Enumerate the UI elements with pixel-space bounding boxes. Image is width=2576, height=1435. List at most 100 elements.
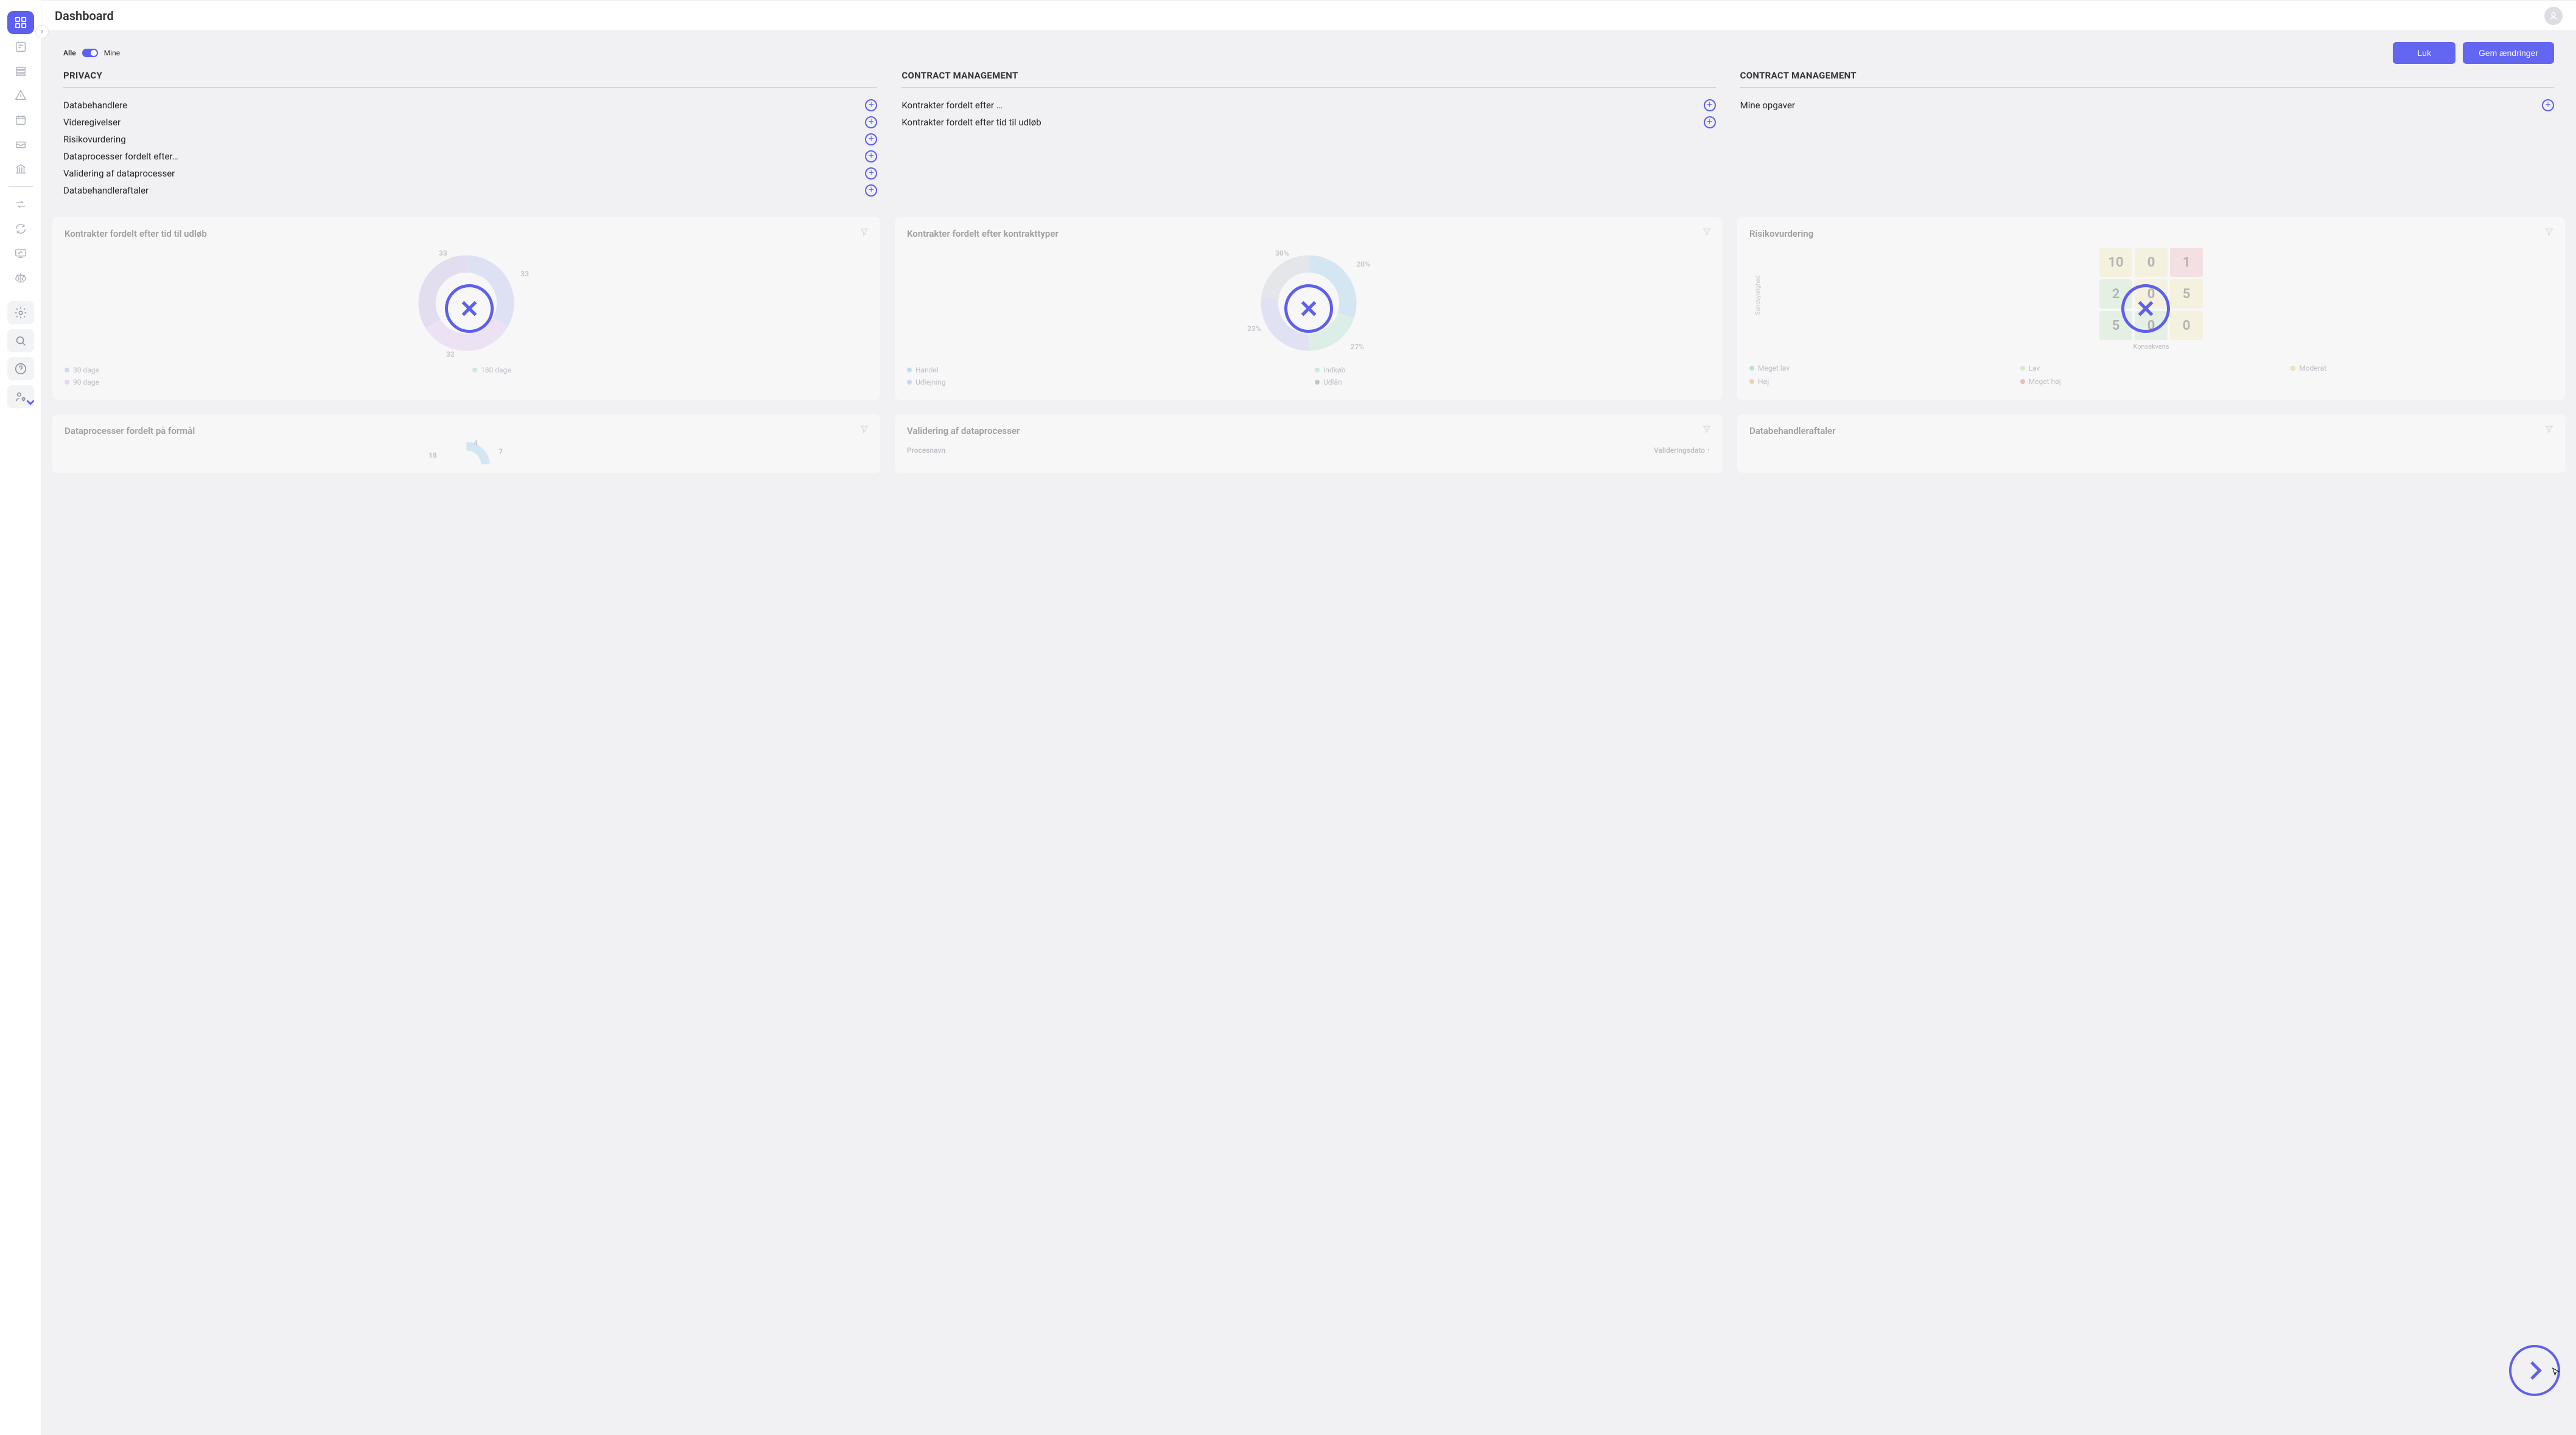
- remove-widget-button[interactable]: [1284, 284, 1333, 333]
- widget-title: Validering af dataprocesser: [907, 425, 1710, 436]
- sidebar-item-dashboard[interactable]: [7, 11, 34, 34]
- alert-triangle-icon: [14, 89, 27, 102]
- risk-cell: 1: [2170, 248, 2203, 277]
- sidebar-item-admin[interactable]: [7, 385, 34, 408]
- remove-widget-button[interactable]: [445, 284, 494, 333]
- selector-item: Databehandleraftaler: [63, 182, 877, 199]
- widget-title: Databehandleraftaler: [1749, 425, 2553, 436]
- sidebar-item-inbox[interactable]: [7, 133, 34, 156]
- sidebar-item-help[interactable]: [7, 357, 34, 380]
- chevron-right-icon: [2522, 1358, 2547, 1383]
- widget-agreements: Databehandleraftaler: [1737, 414, 2565, 473]
- filter-icon[interactable]: [2544, 227, 2554, 239]
- inbox-icon: [14, 138, 27, 151]
- x-icon: [1296, 296, 1321, 321]
- risk-cell: 0: [2170, 311, 2203, 340]
- sidebar-item-transfer[interactable]: [7, 193, 34, 216]
- note-icon: [14, 40, 27, 54]
- sidebar-item-calendar[interactable]: [7, 108, 34, 131]
- help-icon: [14, 362, 27, 375]
- remove-widget-button[interactable]: [2121, 284, 2170, 333]
- sidebar: [0, 0, 41, 1435]
- x-icon: [457, 296, 482, 321]
- content: Alle Mine Luk Gem ændringer PRIVACY Data…: [41, 31, 2576, 1435]
- building-icon: [14, 162, 27, 175]
- calendar-icon: [14, 113, 27, 127]
- selector-item: Kontrakter fordelt efter tid til udløb: [901, 114, 1715, 131]
- sidebar-item-monitor[interactable]: [7, 242, 34, 265]
- risk-cell: 10: [2099, 248, 2132, 277]
- close-button[interactable]: Luk: [2393, 42, 2455, 64]
- widget-selector-columns: PRIVACY Databehandlere Videregivelser Ri…: [52, 70, 2565, 217]
- sidebar-item-archive[interactable]: [7, 157, 34, 180]
- widget-title: Kontrakter fordelt efter kontrakttyper: [907, 228, 1710, 239]
- selector-item: Risikovurdering: [63, 131, 877, 148]
- column-title: CONTRACT MANAGEMENT: [1740, 70, 2554, 88]
- column-contract-2: CONTRACT MANAGEMENT Mine opgaver: [1740, 70, 2554, 199]
- filter-icon[interactable]: [2544, 424, 2554, 436]
- column-privacy: PRIVACY Databehandlere Videregivelser Ri…: [63, 70, 877, 199]
- gear-icon: [14, 306, 27, 319]
- add-widget-button[interactable]: [865, 167, 877, 180]
- filter-icon[interactable]: [859, 227, 869, 239]
- toggle-label-mine: Mine: [104, 49, 120, 57]
- swap-icon: [14, 198, 27, 211]
- filter-icon[interactable]: [1702, 227, 1712, 239]
- list-icon: [14, 65, 27, 78]
- widget-title: Risikovurdering: [1749, 228, 2553, 239]
- scope-toggle-group: Alle Mine: [63, 49, 120, 57]
- editor-topbar: Alle Mine Luk Gem ændringer: [52, 42, 2565, 70]
- table-column-process: Procesnavn: [907, 446, 945, 455]
- add-widget-button[interactable]: [2542, 99, 2554, 111]
- x-icon: [2133, 296, 2158, 321]
- widget-title: Kontrakter fordelt efter tid til udløb: [65, 228, 868, 239]
- column-contract-1: CONTRACT MANAGEMENT Kontrakter fordelt e…: [901, 70, 1715, 199]
- risk-cell: 5: [2170, 279, 2203, 309]
- widget-dataprocesses-purpose: Dataprocesser fordelt på formål 4 18 7: [52, 414, 880, 473]
- scope-toggle[interactable]: [82, 49, 98, 57]
- sidebar-expand-button[interactable]: [35, 25, 49, 38]
- header: Dashboard: [41, 1, 2576, 31]
- selector-item: Videregivelser: [63, 114, 877, 131]
- grid-icon: [14, 16, 27, 29]
- user-icon: [2548, 10, 2559, 21]
- filter-icon[interactable]: [1702, 424, 1712, 436]
- add-widget-button[interactable]: [865, 150, 877, 162]
- add-widget-button[interactable]: [865, 133, 877, 145]
- sidebar-item-balance[interactable]: [7, 266, 34, 289]
- chevron-right-icon: [38, 28, 46, 35]
- selector-item: Databehandlere: [63, 97, 877, 114]
- save-button[interactable]: Gem ændringer: [2463, 42, 2554, 64]
- refresh-icon: [14, 222, 27, 236]
- sidebar-item-list[interactable]: [7, 60, 34, 83]
- action-buttons: Luk Gem ændringer: [2393, 42, 2554, 64]
- add-widget-button[interactable]: [1704, 99, 1716, 111]
- column-title: PRIVACY: [63, 70, 877, 88]
- cursor-icon: [2550, 1367, 2561, 1380]
- add-widget-button[interactable]: [1704, 116, 1716, 128]
- main: Dashboard Alle Mine Luk Gem ændringer: [41, 0, 2576, 1435]
- selector-item: Validering af dataprocesser: [63, 165, 877, 182]
- add-widget-button[interactable]: [865, 116, 877, 128]
- sidebar-item-search[interactable]: [7, 329, 34, 352]
- sidebar-item-alert[interactable]: [7, 84, 34, 107]
- column-title: CONTRACT MANAGEMENT: [901, 70, 1715, 88]
- search-icon: [14, 334, 27, 347]
- avatar[interactable]: [2544, 7, 2563, 25]
- chevron-down-icon: [24, 396, 37, 409]
- sidebar-divider: [9, 186, 33, 187]
- selector-item: Kontrakter fordelt efter …: [901, 97, 1715, 114]
- monitor-icon: [14, 246, 27, 260]
- sidebar-item-refresh[interactable]: [7, 217, 34, 240]
- widget-validation: Validering af dataprocesser Procesnavn V…: [895, 414, 1723, 473]
- scales-icon: [14, 271, 27, 284]
- add-widget-button[interactable]: [865, 99, 877, 111]
- table-column-date[interactable]: Valideringsdato ↑: [1654, 446, 1710, 455]
- selector-item: Dataprocesser fordelt efter…: [63, 148, 877, 165]
- risk-cell: 0: [2135, 248, 2168, 277]
- filter-icon[interactable]: [859, 424, 869, 436]
- sidebar-item-settings[interactable]: [7, 301, 34, 324]
- add-widget-button[interactable]: [865, 184, 877, 197]
- sidebar-item-note[interactable]: [7, 35, 34, 58]
- dashboard-widgets-area: Kontrakter fordelt efter tid til udløb 3…: [52, 217, 2565, 473]
